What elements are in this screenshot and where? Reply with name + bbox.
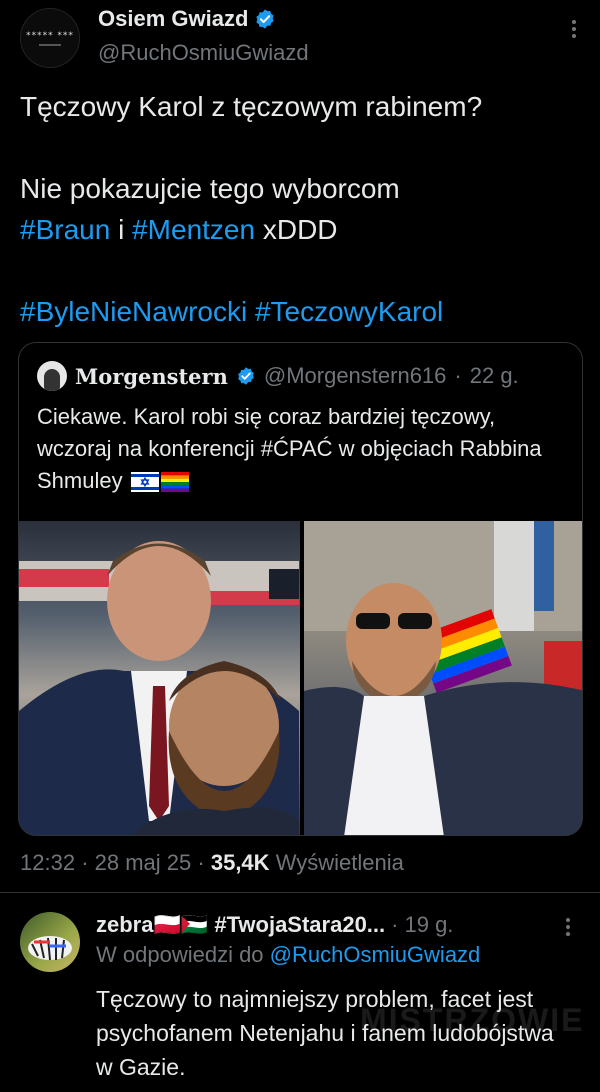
reply-to-handle[interactable]: @RuchOsmiuGwiazd [270, 942, 481, 967]
meta-sep-2: · [197, 850, 205, 875]
tweet-conj: i [118, 214, 125, 245]
quoted-author-name[interactable]: Morgenstern [75, 364, 228, 389]
verified-badge-icon [256, 9, 275, 29]
hashtag-bylenienawrocki[interactable]: #ByleNieNawrocki [20, 296, 247, 327]
quoted-text-body: Ciekawe. Karol robi się coraz bardziej t… [37, 404, 542, 493]
avatar-logo-line [39, 43, 61, 46]
author-name-row[interactable]: Osiem Gwiazd [98, 6, 276, 32]
tweet-text: Tęczowy Karol z tęczowym rabinem? Nie po… [20, 86, 580, 332]
hashtag-mentzen[interactable]: #Mentzen [132, 214, 255, 245]
hashtag-teczowykarol[interactable]: #TeczowyKarol [255, 296, 443, 327]
quoted-age[interactable]: 22 g. [470, 363, 519, 389]
reply-context: W odpowiedzi do @RuchOsmiuGwiazd [96, 942, 480, 968]
quoted-tweet-header: Morgenstern @Morgenstern616 · 22 g. [37, 361, 519, 391]
tweet-line-1: Tęczowy Karol z tęczowym rabinem? [20, 91, 483, 122]
reply-sep: · [391, 912, 399, 937]
hashtag-braun[interactable]: #Braun [20, 214, 110, 245]
views-count[interactable]: 35,4K [211, 850, 270, 875]
author-handle[interactable]: @RuchOsmiuGwiazd [98, 40, 309, 66]
verified-badge-icon [238, 367, 254, 385]
tweet-line-3: #Braun i #Mentzen xDDD [20, 209, 580, 250]
divider [0, 892, 600, 893]
tweet-date[interactable]: 28 maj 25 [95, 850, 192, 875]
reply-to-prefix: W odpowiedzi do [96, 942, 264, 967]
author-display-name[interactable]: Osiem Gwiazd [98, 6, 248, 32]
photo-selfie[interactable] [19, 521, 300, 835]
quoted-tweet-text: Ciekawe. Karol robi się coraz bardziej t… [37, 401, 567, 497]
quoted-sep: · [454, 363, 462, 388]
photo-street-illustration [303, 521, 582, 835]
reply-header: zebra🇵🇱🇵🇸 #TwojaStara20... · 19 g. [96, 912, 453, 938]
tweet-line-4: #ByleNieNawrocki #TeczowyKarol [20, 291, 580, 332]
meta-sep-1: · [81, 850, 89, 875]
avatar-logo-text: ***** *** [26, 30, 74, 41]
tweet-suffix: xDDD [262, 214, 338, 245]
tweet-meta: 12:32 · 28 maj 25 · 35,4K Wyświetlenia [20, 850, 404, 876]
reply-author-avatar[interactable] [20, 912, 80, 972]
tweet-time[interactable]: 12:32 [20, 850, 75, 875]
tweet-line-2: Nie pokazujcie tego wyborcom [20, 168, 580, 209]
rainbow-flag-icon [160, 472, 189, 493]
photo-street[interactable] [303, 521, 582, 835]
reply-age[interactable]: 19 g. [404, 912, 453, 938]
views-label: Wyświetlenia [275, 850, 404, 875]
reply-more-options-icon[interactable] [566, 918, 572, 936]
watermark: MISTRZOWIE [360, 1002, 585, 1038]
quoted-media[interactable] [19, 521, 582, 835]
israel-flag-icon [130, 472, 159, 493]
quoted-author-avatar[interactable] [37, 361, 67, 391]
quoted-author-handle[interactable]: @Morgenstern616 [264, 363, 447, 389]
photo-selfie-illustration [19, 541, 299, 835]
quoted-tweet[interactable]: Morgenstern @Morgenstern616 · 22 g. Ciek… [18, 342, 583, 836]
zebra-avatar-icon [28, 936, 72, 961]
more-options-icon[interactable] [572, 20, 578, 38]
tweet-line-2-text: Nie pokazujcie tego wyborcom [20, 173, 400, 204]
reply-author-name[interactable]: zebra🇵🇱🇵🇸 #TwojaStara20... [96, 912, 385, 938]
author-avatar[interactable]: ***** *** [20, 8, 80, 68]
